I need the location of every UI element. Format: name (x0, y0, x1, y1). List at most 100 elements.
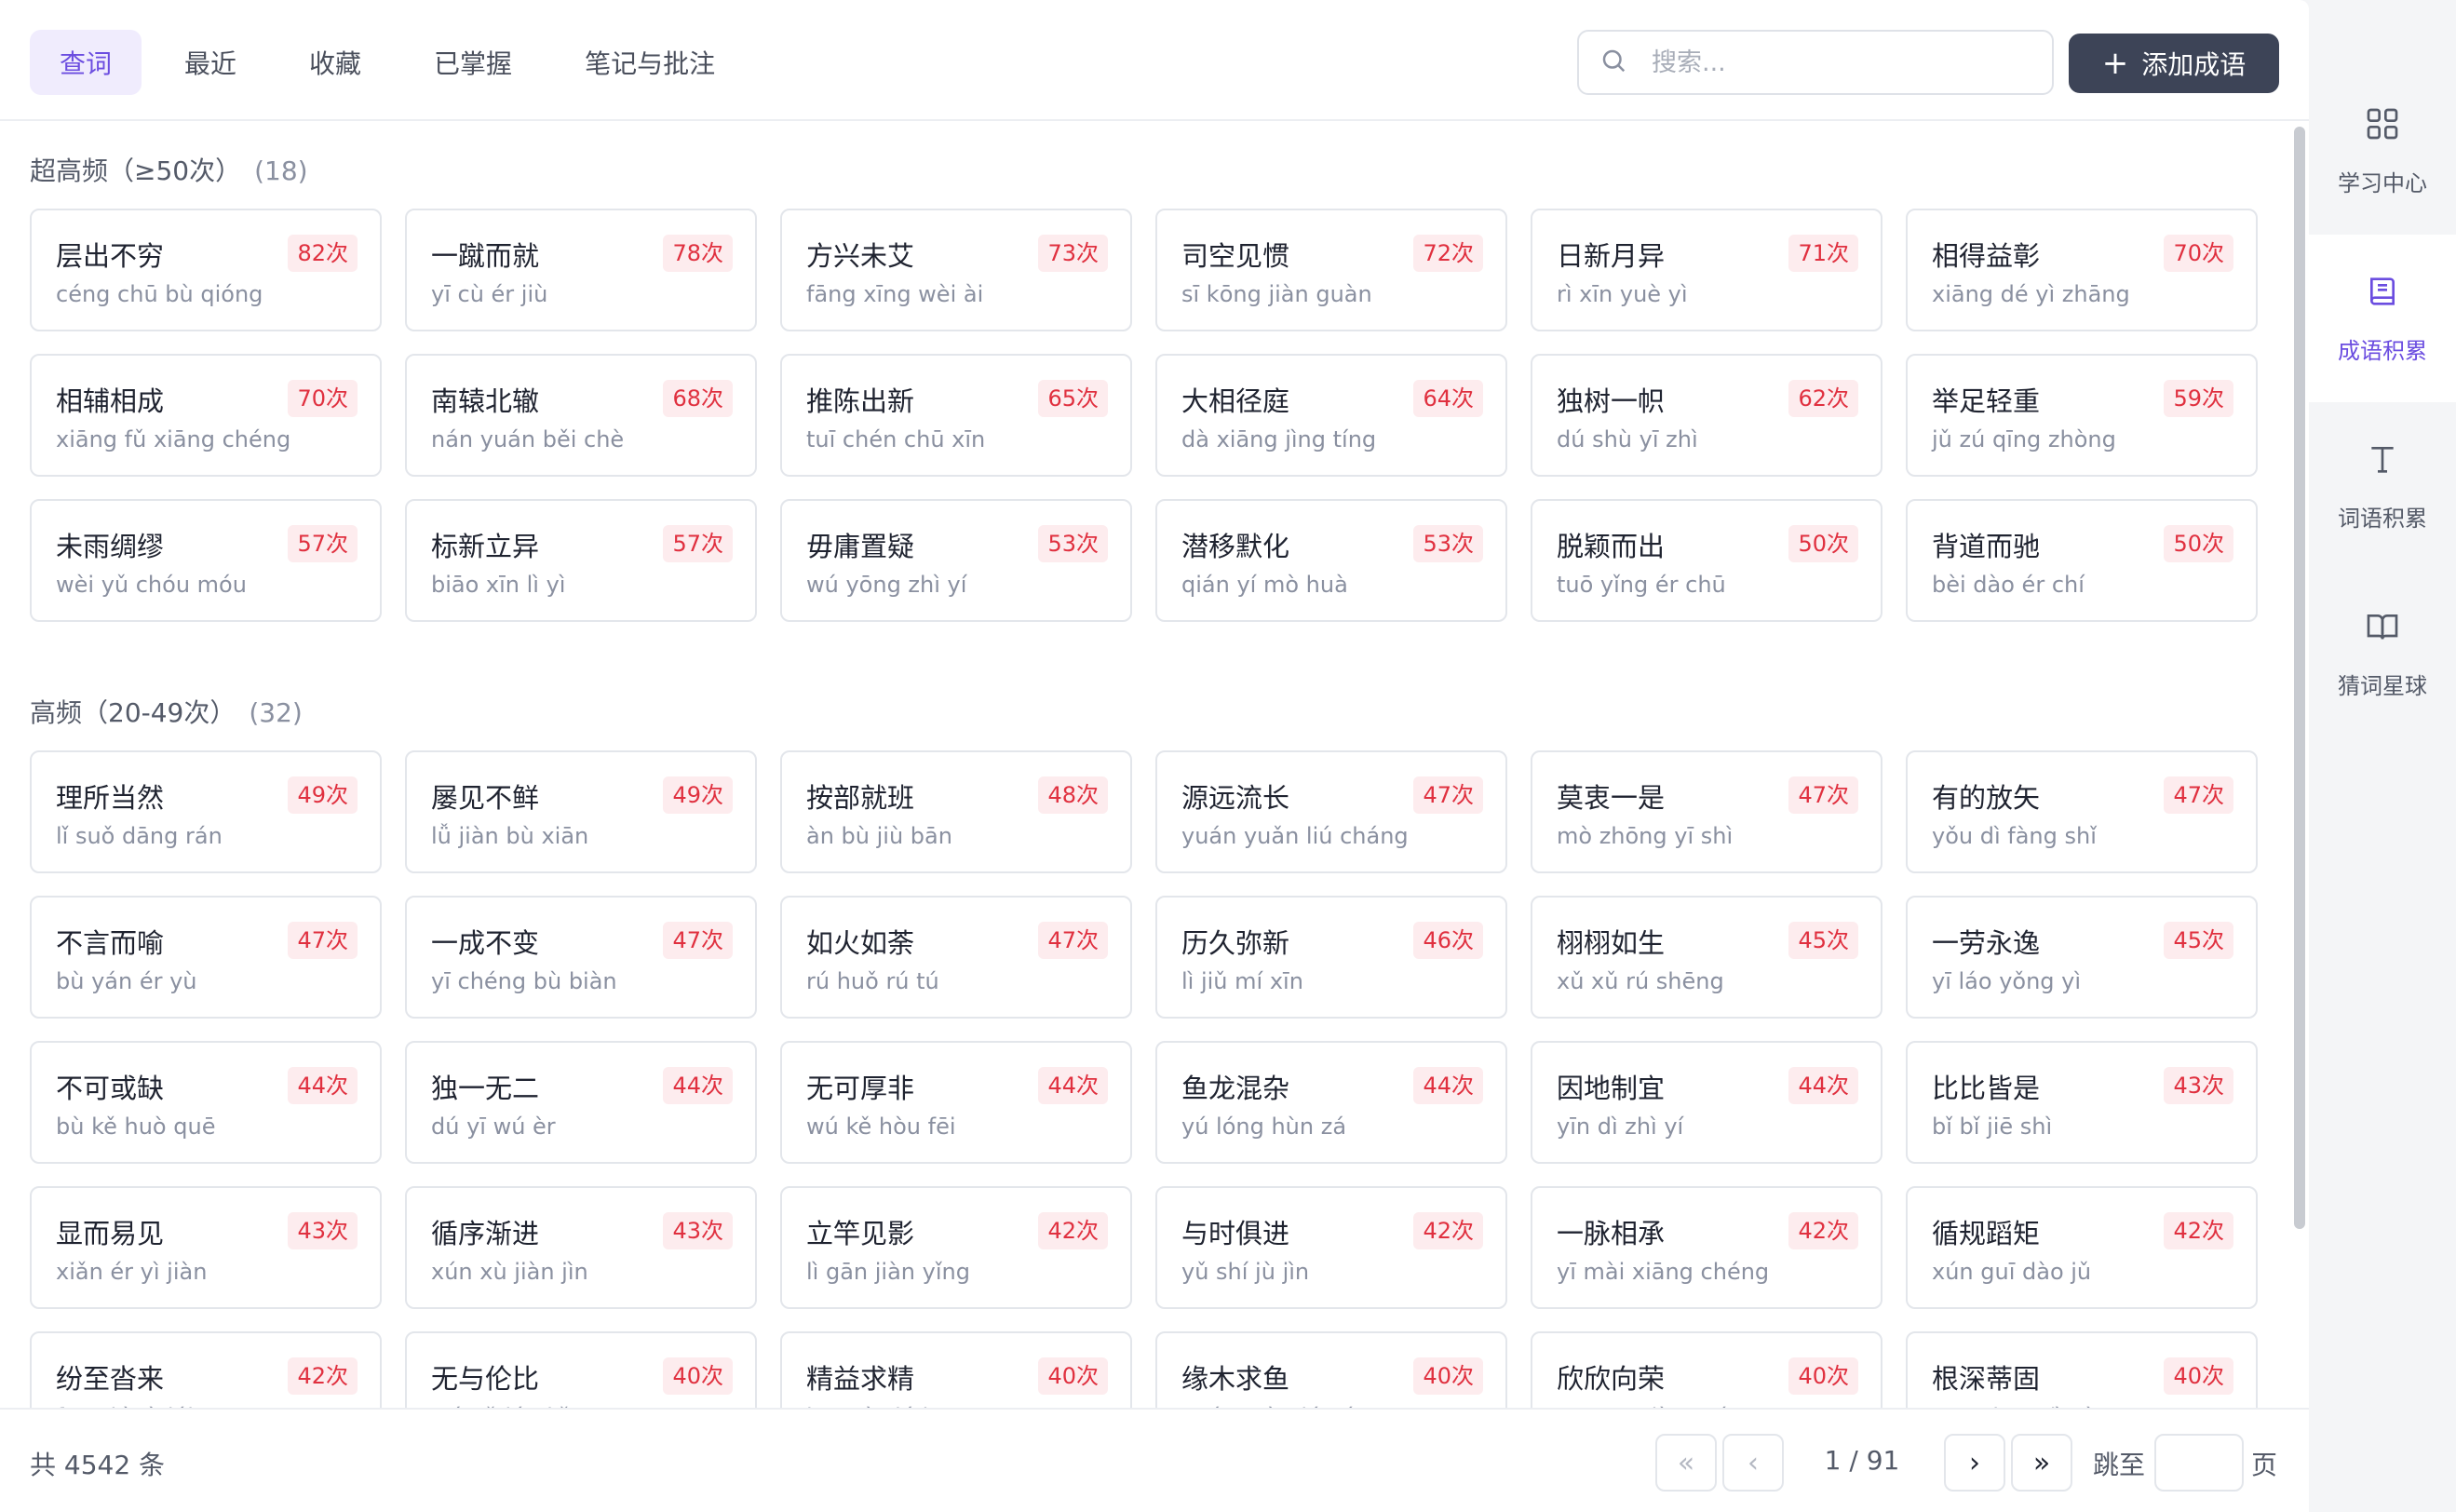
idiom-card[interactable]: 与时俱进 42次 yǔ shí jù jìn (1155, 1186, 1507, 1309)
idiom-card[interactable]: 循规蹈矩 42次 xún guī dào jǔ (1906, 1186, 2258, 1309)
prev-page-button[interactable]: ‹ (1722, 1434, 1784, 1492)
tab-mastered[interactable]: 已掌握 (404, 30, 542, 95)
tab-recent[interactable]: 最近 (155, 30, 266, 95)
frequency-badge: 48次 (1038, 776, 1108, 814)
idiom-word: 一脉相承 (1557, 1218, 1666, 1249)
idiom-card[interactable]: 一劳永逸 45次 yī láo yǒng yì (1906, 896, 2258, 1019)
idiom-card[interactable]: 一蹴而就 78次 yī cù ér jiù (405, 209, 757, 331)
idiom-card[interactable]: 理所当然 49次 lǐ suǒ dāng rán (30, 750, 382, 873)
pagination-bar: 共 4542 条 « ‹ 1 / 91 › » 跳至 页 (0, 1408, 2309, 1512)
idiom-card[interactable]: 大相径庭 64次 dà xiāng jìng tíng (1155, 354, 1507, 477)
idiom-card[interactable]: 司空见惯 72次 sī kōng jiàn guàn (1155, 209, 1507, 331)
nav-word-collection[interactable]: 词语积累 (2309, 402, 2456, 570)
idiom-pinyin: tuō yǐng ér chū (1557, 572, 1726, 598)
idiom-word: 立竿见影 (806, 1218, 915, 1249)
idiom-card[interactable]: 栩栩如生 45次 xǔ xǔ rú shēng (1531, 896, 1882, 1019)
idiom-word: 精益求精 (806, 1363, 915, 1395)
idiom-card[interactable]: 有的放矢 47次 yǒu dì fàng shǐ (1906, 750, 2258, 873)
idiom-card[interactable]: 循序渐进 43次 xún xù jiàn jìn (405, 1186, 757, 1309)
last-page-button[interactable]: » (2011, 1434, 2072, 1492)
idiom-card[interactable]: 一脉相承 42次 yī mài xiāng chéng (1531, 1186, 1882, 1309)
tab-lookup[interactable]: 查词 (30, 30, 142, 95)
idiom-card[interactable]: 方兴未艾 73次 fāng xīng wèi ài (780, 209, 1132, 331)
idiom-word: 层出不穷 (56, 240, 165, 272)
frequency-badge: 40次 (663, 1357, 733, 1395)
idiom-card[interactable]: 立竿见影 42次 lì gān jiàn yǐng (780, 1186, 1132, 1309)
idiom-card[interactable]: 标新立异 57次 biāo xīn lì yì (405, 499, 757, 622)
idiom-card[interactable]: 不言而喻 47次 bù yán ér yù (30, 896, 382, 1019)
frequency-badge: 43次 (663, 1212, 733, 1249)
frequency-badge: 42次 (1788, 1212, 1858, 1249)
section-count: (18) (254, 155, 308, 186)
idiom-pinyin: fāng xīng wèi ài (806, 281, 984, 307)
idiom-card[interactable]: 显而易见 43次 xiǎn ér yì jiàn (30, 1186, 382, 1309)
idiom-pinyin: lǐ suǒ dāng rán (56, 823, 223, 849)
tab-favorites[interactable]: 收藏 (279, 30, 391, 95)
nav-label: 猜词星球 (2338, 672, 2427, 699)
idiom-card[interactable]: 无与伦比40次wú yǔ lún bǐ (405, 1331, 757, 1408)
frequency-badge: 47次 (1413, 776, 1483, 814)
idiom-pinyin: yǒu dì fàng shǐ (1932, 823, 2097, 849)
idiom-card[interactable]: 莫衷一是 47次 mò zhōng yī shì (1531, 750, 1882, 873)
frequency-badge: 43次 (288, 1212, 358, 1249)
idiom-card[interactable]: 纷至沓来42次fēn zhì tà lái (30, 1331, 382, 1408)
idiom-card[interactable]: 南辕北辙 68次 nán yuán běi chè (405, 354, 757, 477)
idiom-card[interactable]: 根深蒂固40次gēn shēn dì gù (1906, 1331, 2258, 1408)
idiom-card[interactable]: 鱼龙混杂 44次 yú lóng hùn zá (1155, 1041, 1507, 1164)
idiom-card[interactable]: 举足轻重 59次 jǔ zú qīng zhòng (1906, 354, 2258, 477)
idiom-word: 一成不变 (431, 927, 540, 959)
idiom-word: 脱颖而出 (1557, 531, 1666, 562)
search-input[interactable] (1652, 47, 2024, 77)
idiom-card[interactable]: 脱颖而出 50次 tuō yǐng ér chū (1531, 499, 1882, 622)
nav-label: 词语积累 (2338, 505, 2427, 532)
open-book-icon (2364, 608, 2401, 651)
idiom-card[interactable]: 潜移默化 53次 qián yí mò huà (1155, 499, 1507, 622)
idiom-list: 超高频（≥50次） (18) 层出不穷 82次 céng chū bù qióng 一蹴而… (0, 123, 2292, 1408)
search-box[interactable] (1577, 30, 2054, 95)
idiom-card[interactable]: 无可厚非 44次 wú kě hòu fēi (780, 1041, 1132, 1164)
idiom-card[interactable]: 未雨绸缪 57次 wèi yǔ chóu móu (30, 499, 382, 622)
idiom-card[interactable]: 层出不穷 82次 céng chū bù qióng (30, 209, 382, 331)
idiom-card[interactable]: 相得益彰 70次 xiāng dé yì zhāng (1906, 209, 2258, 331)
double-chevron-right-icon: » (2032, 1446, 2051, 1479)
idiom-card[interactable]: 独树一帜 62次 dú shù yī zhì (1531, 354, 1882, 477)
idiom-card[interactable]: 精益求精40次jīng yì qiú jīng (780, 1331, 1132, 1408)
scrollbar-thumb[interactable] (2294, 127, 2305, 1229)
nav-idiom-collection[interactable]: 成语积累 (2309, 235, 2456, 402)
idiom-card[interactable]: 毋庸置疑 53次 wú yōng zhì yí (780, 499, 1132, 622)
idiom-card[interactable]: 按部就班 48次 àn bù jiù bān (780, 750, 1132, 873)
idiom-word: 无与伦比 (431, 1363, 540, 1395)
idiom-pinyin: yǔ shí jù jìn (1181, 1259, 1310, 1285)
total-count: 共 4542 条 (30, 1450, 166, 1480)
idiom-pinyin: lǚ jiàn bù xiān (431, 823, 589, 849)
idiom-card[interactable]: 历久弥新 46次 lì jiǔ mí xīn (1155, 896, 1507, 1019)
idiom-pinyin: biāo xīn lì yì (431, 572, 566, 598)
idiom-pinyin: bù kě huò quē (56, 1114, 216, 1140)
idiom-card[interactable]: 不可或缺 44次 bù kě huò quē (30, 1041, 382, 1164)
idiom-card[interactable]: 日新月异 71次 rì xīn yuè yì (1531, 209, 1882, 331)
idiom-card[interactable]: 一成不变 47次 yī chéng bù biàn (405, 896, 757, 1019)
nav-word-planet[interactable]: 猜词星球 (2309, 570, 2456, 737)
idiom-card[interactable]: 欣欣向荣40次xīn xīn xiàng róng (1531, 1331, 1882, 1408)
jump-page-input[interactable] (2154, 1434, 2244, 1492)
nav-study-center[interactable]: 学习中心 (2309, 67, 2456, 235)
idiom-pinyin: lì gān jiàn yǐng (806, 1259, 970, 1285)
tab-notes[interactable]: 笔记与批注 (555, 30, 745, 95)
idiom-card[interactable]: 因地制宜 44次 yīn dì zhì yí (1531, 1041, 1882, 1164)
add-idiom-label: 添加成语 (2141, 49, 2247, 80)
idiom-card[interactable]: 如火如荼 47次 rú huǒ rú tú (780, 896, 1132, 1019)
idiom-card[interactable]: 相辅相成 70次 xiāng fǔ xiāng chéng (30, 354, 382, 477)
idiom-card[interactable]: 比比皆是 43次 bǐ bǐ jiē shì (1906, 1041, 2258, 1164)
idiom-card[interactable]: 推陈出新 65次 tuī chén chū xīn (780, 354, 1132, 477)
frequency-badge: 44次 (663, 1067, 733, 1104)
book-icon (2364, 273, 2401, 316)
idiom-card[interactable]: 独一无二 44次 dú yī wú èr (405, 1041, 757, 1164)
idiom-card[interactable]: 屡见不鲜 49次 lǚ jiàn bù xiān (405, 750, 757, 873)
idiom-card[interactable]: 源远流长 47次 yuán yuǎn liú cháng (1155, 750, 1507, 873)
next-page-button[interactable]: › (1944, 1434, 2005, 1492)
idiom-card[interactable]: 缘木求鱼40次yuán mù qiú yú (1155, 1331, 1507, 1408)
add-idiom-button[interactable]: + 添加成语 (2069, 34, 2279, 93)
first-page-button[interactable]: « (1655, 1434, 1717, 1492)
idiom-card[interactable]: 背道而驰 50次 bèi dào ér chí (1906, 499, 2258, 622)
scrollbar[interactable] (2292, 123, 2309, 1408)
